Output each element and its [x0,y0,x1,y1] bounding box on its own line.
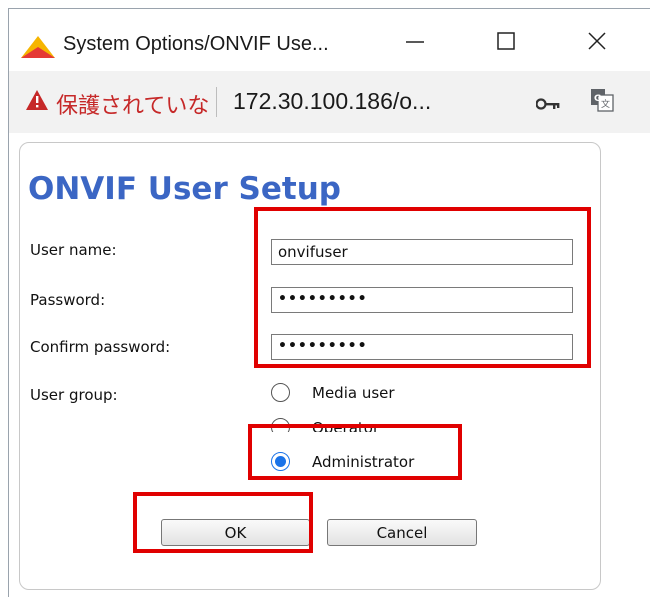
radio-button-selected[interactable] [271,452,290,471]
ok-button[interactable]: OK [161,519,310,546]
confirm-password-label: Confirm password: [30,338,171,356]
username-label: User name: [30,241,117,259]
radio-label: Operator [312,418,380,437]
confirm-password-input[interactable]: ••••••••• [271,334,573,360]
close-button[interactable] [574,25,620,61]
app-logo-icon [21,36,55,62]
radio-administrator[interactable]: Administrator [271,452,414,471]
title-bar: System Options/ONVIF Use... [9,9,650,71]
window-title: System Options/ONVIF Use... [63,33,329,55]
svg-text:文: 文 [601,98,610,110]
onvif-user-setup-panel: ONVIF User Setup User name: Password: ••… [19,142,601,590]
cancel-button[interactable]: Cancel [327,519,477,546]
minimize-button[interactable] [392,25,438,61]
radio-media-user[interactable]: Media user [271,383,395,402]
translate-icon[interactable]: G 文 [590,88,614,116]
radio-operator[interactable]: Operator [271,418,380,437]
user-group-label: User group: [30,386,118,404]
address-bar[interactable]: 保護されていな 172.30.100.186/o... G 文 [9,71,650,133]
maximize-button[interactable] [483,25,529,61]
address-divider [216,87,217,117]
close-icon [587,31,607,55]
radio-button[interactable] [271,383,290,402]
radio-button[interactable] [271,418,290,432]
browser-window: System Options/ONVIF Use... 保護されていな 172.… [8,8,650,597]
page-title: ONVIF User Setup [28,171,341,207]
warning-icon[interactable] [26,90,48,114]
radio-label: Administrator [312,452,415,471]
password-label: Password: [30,291,106,309]
password-input[interactable]: ••••••••• [271,287,573,313]
key-icon[interactable] [535,95,560,114]
radio-label: Media user [312,383,395,402]
minimize-icon [406,32,424,54]
security-warning[interactable]: 保護されていな [56,88,209,120]
maximize-icon [497,32,515,54]
username-input[interactable] [271,239,573,265]
url-text[interactable]: 172.30.100.186/o... [233,88,431,115]
